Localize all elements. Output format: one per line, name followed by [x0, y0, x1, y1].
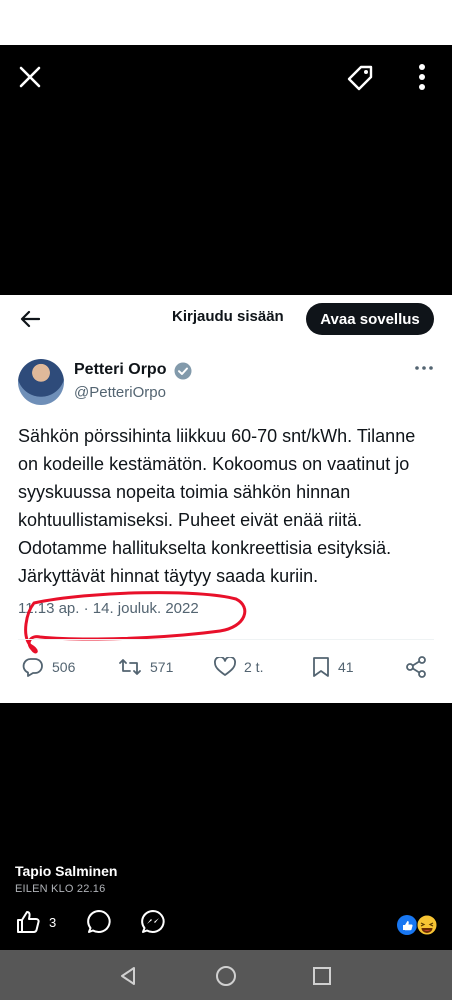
tag-button[interactable] [338, 57, 382, 97]
media-viewer-bottom: Tapio Salminen EILEN KLO 22.16 3 [0, 703, 452, 950]
android-navigation-bar [0, 950, 452, 1000]
tweet-more-button[interactable] [410, 357, 438, 379]
bookmark-icon [313, 657, 329, 677]
thumbs-up-icon [17, 911, 40, 933]
fb-comment-button[interactable] [86, 909, 112, 935]
tweet-text: Sähkön pörssihinta liikkuu 60-70 snt/kWh… [18, 426, 416, 586]
close-icon [19, 66, 41, 88]
heart-icon [214, 657, 236, 676]
more-horizontal-icon [415, 366, 433, 370]
avatar[interactable] [18, 359, 64, 405]
media-viewer-top [0, 45, 452, 295]
retweet-button[interactable]: 571 [118, 655, 173, 679]
comment-bubble-icon [87, 910, 111, 933]
triangle-back-icon [121, 967, 135, 985]
share-icon [406, 656, 426, 678]
share-button[interactable] [405, 655, 435, 679]
like-reaction-icon [397, 915, 417, 935]
arrow-left-icon [20, 310, 40, 328]
reply-count: 506 [52, 659, 76, 675]
bookmark-button[interactable]: 41 [312, 655, 354, 679]
circle-home-icon [216, 966, 236, 986]
author-name[interactable]: Petteri Orpo [74, 361, 166, 379]
fb-like-count: 3 [49, 914, 57, 930]
reply-button[interactable]: 506 [22, 655, 75, 679]
nav-recents-button[interactable] [308, 962, 336, 990]
login-link[interactable]: Kirjaudu sisään [172, 308, 284, 325]
bookmark-count: 41 [338, 659, 354, 675]
red-circle-annotation [24, 591, 247, 654]
status-bar-area [0, 0, 452, 45]
tweet-screenshot-card: Kirjaudu sisään Avaa sovellus Petteri Or… [0, 295, 452, 703]
more-vertical-icon [419, 64, 425, 90]
messenger-icon [141, 910, 165, 933]
tweet-timestamp[interactable]: 11.13 ap. · 14. jouluk. 2022 [18, 600, 199, 617]
like-count: 2 t. [244, 659, 264, 675]
author-handle[interactable]: @PetteriOrpo [74, 384, 166, 401]
open-app-button[interactable]: Avaa sovellus [306, 303, 434, 335]
poster-name[interactable]: Tapio Salminen [15, 863, 117, 879]
more-options-button[interactable] [402, 57, 442, 97]
post-timestamp: EILEN KLO 22.16 [15, 883, 106, 895]
divider [18, 639, 434, 640]
nav-back-button[interactable] [114, 962, 142, 990]
fb-messenger-button[interactable] [140, 909, 166, 935]
fb-like-button[interactable]: 3 [15, 909, 56, 935]
nav-home-button[interactable] [212, 962, 240, 990]
back-button[interactable] [16, 305, 44, 333]
haha-reaction-icon [416, 914, 438, 936]
tag-icon [347, 65, 373, 91]
like-button[interactable]: 2 t. [214, 655, 263, 679]
reaction-icons[interactable] [396, 913, 440, 937]
square-recents-icon [313, 967, 331, 985]
retweet-count: 571 [150, 659, 174, 675]
verified-badge-icon [174, 362, 192, 380]
tweet-page-header: Kirjaudu sisään Avaa sovellus [0, 295, 452, 343]
retweet-icon [119, 659, 141, 675]
close-button[interactable] [10, 57, 50, 97]
reply-icon [22, 658, 43, 677]
